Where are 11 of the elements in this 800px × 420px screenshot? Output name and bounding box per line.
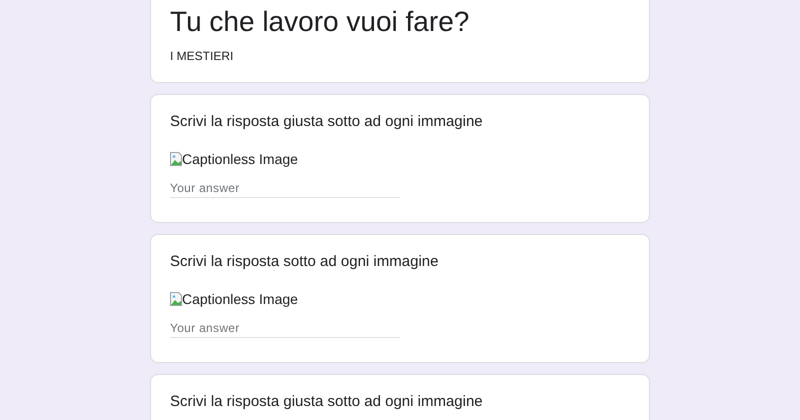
broken-image-icon xyxy=(170,292,182,306)
question-text: Scrivi la risposta giusta sotto ad ogni immagine xyxy=(170,392,484,412)
answer-field[interactable]: Your answer xyxy=(170,318,400,338)
form-description: I MESTIERI xyxy=(170,48,234,64)
question-text: Scrivi la risposta giusta sotto ad ogni immagine xyxy=(170,112,484,132)
answer-field[interactable]: Your answer xyxy=(170,178,400,198)
broken-image-icon xyxy=(170,152,182,166)
image-alt-text: Captionless Image xyxy=(182,291,298,307)
form-title: Tu che lavoro vuoi fare? xyxy=(170,5,470,39)
question-text: Scrivi la risposta sotto ad ogni immagine xyxy=(170,252,440,272)
image-alt-text: Captionless Image xyxy=(182,151,298,167)
